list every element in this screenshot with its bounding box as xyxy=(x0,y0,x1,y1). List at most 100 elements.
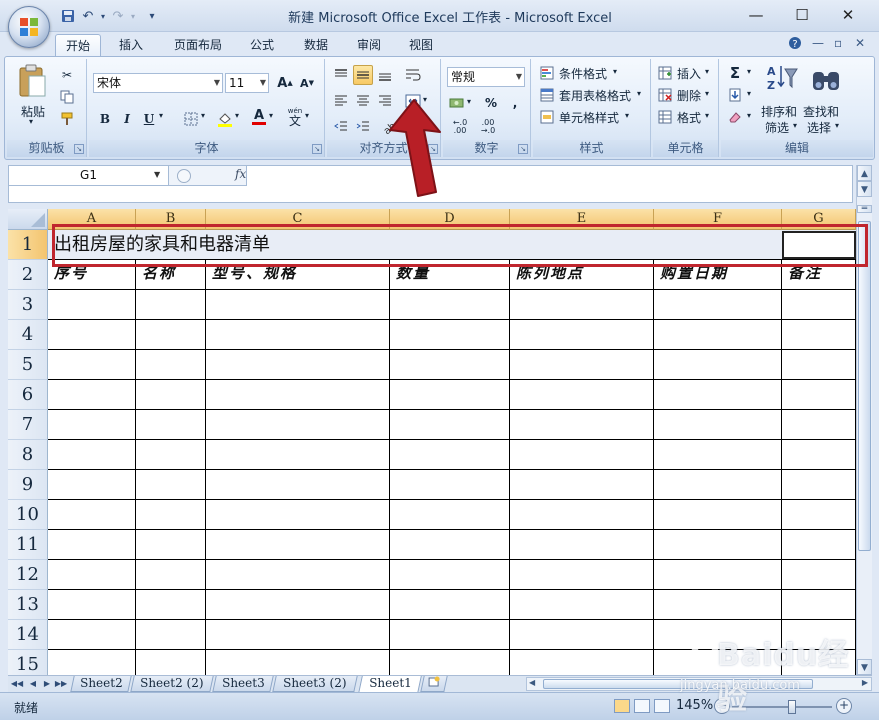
align-left-icon[interactable] xyxy=(331,91,351,111)
scroll-down-icon[interactable]: ▼ xyxy=(857,659,872,675)
decrease-indent-icon[interactable] xyxy=(331,117,351,137)
scroll-left-icon[interactable]: ◀ xyxy=(529,678,535,687)
page-break-view-icon[interactable] xyxy=(654,699,670,713)
delete-cells-button[interactable]: 删除 xyxy=(677,87,701,104)
row-header-2[interactable]: 2 xyxy=(8,260,48,290)
table-cell[interactable] xyxy=(206,560,390,590)
format-as-table-dropdown-icon[interactable]: ▾ xyxy=(637,89,641,98)
underline-button[interactable]: U xyxy=(139,109,159,129)
row-header-3[interactable]: 3 xyxy=(8,290,48,320)
table-cell[interactable] xyxy=(654,380,782,410)
first-sheet-icon[interactable]: ◀◀ xyxy=(10,677,24,691)
table-cell[interactable] xyxy=(782,410,856,440)
table-cell[interactable] xyxy=(654,500,782,530)
row-header-11[interactable]: 11 xyxy=(8,530,48,560)
table-cell[interactable] xyxy=(390,290,510,320)
table-cell[interactable] xyxy=(390,500,510,530)
tab-page-layout[interactable]: 页面布局 xyxy=(166,34,230,56)
customize-qat-icon[interactable]: ▾ xyxy=(144,6,160,26)
table-cell[interactable] xyxy=(206,350,390,380)
grow-font-button[interactable]: A ▲ xyxy=(275,73,295,93)
row-header-6[interactable]: 6 xyxy=(8,380,48,410)
conditional-format-dropdown-icon[interactable]: ▾ xyxy=(613,67,617,76)
table-cell[interactable] xyxy=(654,290,782,320)
table-cell[interactable] xyxy=(390,410,510,440)
next-sheet-icon[interactable]: ▶ xyxy=(40,677,54,691)
row-header-9[interactable]: 9 xyxy=(8,470,48,500)
formula-input[interactable] xyxy=(247,166,854,204)
table-cell[interactable] xyxy=(48,350,136,380)
fill-color-dropdown-icon[interactable]: ▾ xyxy=(235,111,239,120)
table-cell[interactable] xyxy=(654,440,782,470)
undo-icon[interactable]: ↶ xyxy=(78,6,98,26)
table-cell[interactable] xyxy=(136,350,206,380)
table-cell[interactable] xyxy=(390,620,510,650)
table-cell[interactable] xyxy=(390,320,510,350)
align-middle-icon[interactable] xyxy=(353,65,373,85)
insert-cells-dropdown-icon[interactable]: ▾ xyxy=(705,67,709,76)
zoom-level[interactable]: 145% xyxy=(676,698,713,713)
format-as-table-button[interactable]: 套用表格格式 xyxy=(559,87,631,104)
shrink-font-button[interactable]: A ▼ xyxy=(297,73,317,93)
table-cell[interactable] xyxy=(206,620,390,650)
number-launcher-icon[interactable]: ↘ xyxy=(518,144,528,154)
clear-icon[interactable] xyxy=(725,107,745,127)
find-select-icon[interactable] xyxy=(809,65,843,93)
table-cell[interactable] xyxy=(136,470,206,500)
table-cell[interactable] xyxy=(782,440,856,470)
fill-dropdown-icon[interactable]: ▾ xyxy=(747,89,751,98)
table-cell[interactable] xyxy=(206,380,390,410)
find-select-button[interactable]: 查找和 xyxy=(803,103,839,120)
redo-dropdown-icon[interactable]: ▾ xyxy=(128,6,138,26)
bold-button[interactable]: B xyxy=(95,109,115,129)
font-color-dropdown-icon[interactable]: ▾ xyxy=(269,111,273,120)
table-cell[interactable] xyxy=(510,350,654,380)
copy-icon[interactable] xyxy=(57,87,77,107)
table-cell[interactable] xyxy=(390,560,510,590)
font-launcher-icon[interactable]: ↘ xyxy=(312,144,322,154)
table-cell[interactable] xyxy=(510,410,654,440)
fill-color-icon[interactable] xyxy=(215,109,235,129)
maximize-button[interactable]: ☐ xyxy=(779,0,825,30)
table-cell[interactable] xyxy=(390,440,510,470)
tab-home[interactable]: 开始 xyxy=(55,34,101,56)
sheet-tab-sheet3-copy[interactable]: Sheet3 (2) xyxy=(272,676,358,692)
table-cell[interactable] xyxy=(206,410,390,440)
select-all-button[interactable] xyxy=(8,209,48,230)
table-cell[interactable] xyxy=(136,650,206,675)
ribbon-close-icon[interactable]: ✕ xyxy=(855,36,865,50)
zoom-slider-track[interactable] xyxy=(732,706,832,708)
table-cell[interactable] xyxy=(782,470,856,500)
format-cells-icon[interactable] xyxy=(655,107,675,127)
find-select-button-line2[interactable]: 选择 xyxy=(807,119,831,136)
clear-dropdown-icon[interactable]: ▾ xyxy=(747,111,751,120)
fill-icon[interactable] xyxy=(725,85,745,105)
prev-sheet-icon[interactable]: ◀ xyxy=(26,677,40,691)
wrap-text-icon[interactable] xyxy=(403,65,423,85)
table-cell[interactable] xyxy=(48,590,136,620)
delete-cells-icon[interactable] xyxy=(655,85,675,105)
font-color-button[interactable]: A xyxy=(249,107,269,127)
table-cell[interactable] xyxy=(782,530,856,560)
horizontal-scrollbar[interactable]: ◀ ▶ xyxy=(526,677,872,691)
table-cell[interactable] xyxy=(510,440,654,470)
insert-cells-button[interactable]: 插入 xyxy=(677,65,701,82)
sheet-tab-sheet1[interactable]: Sheet1 xyxy=(358,676,422,693)
row-header-14[interactable]: 14 xyxy=(8,620,48,650)
table-cell[interactable] xyxy=(510,380,654,410)
row-header-10[interactable]: 10 xyxy=(8,500,48,530)
tab-review[interactable]: 审阅 xyxy=(347,34,391,56)
table-cell[interactable] xyxy=(206,650,390,675)
table-cell[interactable] xyxy=(782,290,856,320)
normal-view-icon[interactable] xyxy=(614,699,630,713)
autosum-dropdown-icon[interactable]: ▾ xyxy=(747,67,751,76)
table-cell[interactable] xyxy=(48,470,136,500)
table-cell[interactable] xyxy=(136,440,206,470)
borders-icon[interactable] xyxy=(181,109,201,129)
table-cell[interactable] xyxy=(206,320,390,350)
scroll-right-icon[interactable]: ▶ xyxy=(862,678,868,687)
format-as-table-icon[interactable] xyxy=(537,85,557,105)
cell-styles-dropdown-icon[interactable]: ▾ xyxy=(625,111,629,120)
table-cell[interactable] xyxy=(136,290,206,320)
table-cell[interactable] xyxy=(782,500,856,530)
